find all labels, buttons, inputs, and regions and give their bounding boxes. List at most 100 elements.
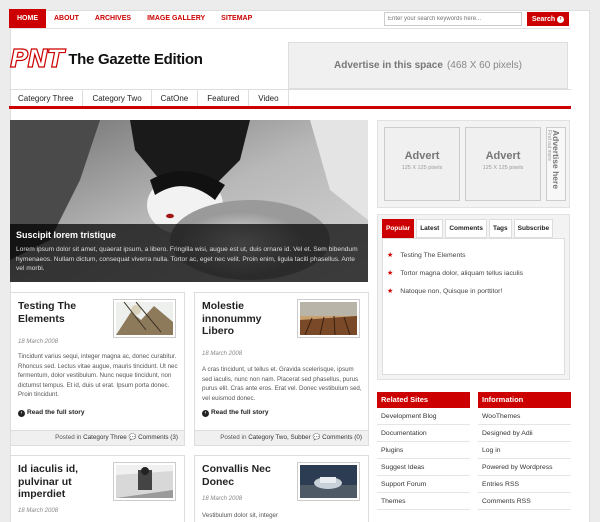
comments-link[interactable]: Comments (3) <box>138 434 178 441</box>
post-category-link[interactable]: Category Three <box>83 434 127 441</box>
arrow-right-icon: › <box>557 15 565 23</box>
list-item[interactable]: ★ Tortor magna dolor, aliquam tellus iacu… <box>387 269 523 277</box>
advertise-here-link[interactable]: Advertise here Find out more <box>546 127 566 201</box>
ad-slot[interactable]: Advert 125 X 125 pixels <box>465 127 541 201</box>
related-link[interactable]: Plugins <box>377 442 470 459</box>
tab-comments[interactable]: Comments <box>445 219 487 238</box>
search-button-label: Search <box>531 15 556 23</box>
post-meta: Posted in Category Three 💬 Comments (3) <box>11 430 184 445</box>
information-widget: Information WooThemes Designed by Adii L… <box>478 392 571 510</box>
ad-title: Advert <box>485 150 521 162</box>
tab-tags[interactable]: Tags <box>488 219 512 238</box>
nav-image-gallery[interactable]: IMAGE GALLERY <box>139 9 213 28</box>
related-link[interactable]: Support Forum <box>377 476 470 493</box>
featured-story[interactable]: Suscipit lorem tristique Lorem ipsum dol… <box>10 120 368 282</box>
post-thumbnail[interactable] <box>113 299 176 338</box>
comment-icon: 💬 <box>128 434 137 441</box>
tab-panel: ★ Testing The Elements ★ Tortor magna dolo… <box>382 238 565 375</box>
ad-banner-size: (468 X 60 pixels) <box>446 60 522 71</box>
related-sites-heading: Related Sites <box>377 392 470 408</box>
related-link[interactable]: Themes <box>377 493 470 510</box>
tab-bar: Popular Latest Comments Tags Subscribe <box>382 219 554 238</box>
tabs-widget: Popular Latest Comments Tags Subscribe ★… <box>377 214 570 380</box>
read-more-link[interactable]: › Read the full story <box>202 409 269 417</box>
post-card: Id iaculis id, pulvinar ut imperdiet 18 … <box>10 455 185 522</box>
info-link[interactable]: Entries RSS <box>478 476 571 493</box>
nav-sitemap[interactable]: SITEMAP <box>213 9 260 28</box>
post-thumbnail[interactable] <box>297 462 360 501</box>
info-link[interactable]: Powered by Wordpress <box>478 459 571 476</box>
tab-subscribe[interactable]: Subscribe <box>513 219 554 238</box>
ad-title: Advert <box>404 150 440 162</box>
post-title[interactable]: Id iaculis id, pulvinar ut imperdiet <box>18 463 108 501</box>
post-title[interactable]: Convallis Nec Donec <box>202 463 292 488</box>
list-item[interactable]: ★ Natoque non, Quisque in porttitor! <box>387 287 502 295</box>
featured-title[interactable]: Suscipit lorem tristique <box>16 230 362 240</box>
ad-banner[interactable]: Advertise in this space (468 X 60 pixels) <box>288 42 568 89</box>
post-card: Molestie innonummy Libero 18 March 2008 … <box>194 292 369 446</box>
post-date: 18 March 2008 <box>202 496 243 502</box>
post-thumbnail[interactable] <box>297 299 360 338</box>
star-icon: ★ <box>387 252 394 259</box>
posted-in-label: Posted in <box>220 434 247 441</box>
info-link[interactable]: Designed by Adii <box>478 425 571 442</box>
divider <box>9 28 571 29</box>
nav-archives[interactable]: ARCHIVES <box>87 9 139 28</box>
cat-category-two[interactable]: Category Two <box>83 90 152 106</box>
posted-in-label: Posted in <box>55 434 82 441</box>
star-icon: ★ <box>387 270 394 277</box>
post-excerpt: Vestibulum dolor sit, integer <box>202 512 279 519</box>
read-more-link[interactable]: › Read the full story <box>18 409 85 417</box>
ad-slot[interactable]: Advert 125 X 125 pixels <box>384 127 460 201</box>
arrow-right-icon: › <box>18 410 25 417</box>
cat-video[interactable]: Video <box>249 90 289 106</box>
search-button[interactable]: Search › <box>527 12 569 26</box>
popular-link: Testing The Elements <box>400 252 466 259</box>
star-icon: ★ <box>387 288 394 295</box>
information-heading: Information <box>478 392 571 408</box>
page: HOME ABOUT ARCHIVES IMAGE GALLERY SITEMA… <box>0 0 600 522</box>
advertise-here-label: Advertise here <box>551 130 561 190</box>
ad-blocks: Advert 125 X 125 pixels Advert 125 X 125 p… <box>377 120 570 208</box>
post-excerpt: A cras tincidunt, ut tellus et. Gravida … <box>202 366 362 402</box>
featured-excerpt: Lorem ipsum dolor sit amet, quaerat ipsu… <box>16 246 358 272</box>
info-link[interactable]: Comments RSS <box>478 493 571 510</box>
popular-link: Tortor magna dolor, aliquam tellus iacul… <box>400 270 524 277</box>
post-excerpt: Tincidunt varius sequi, integer magna ac… <box>18 353 178 398</box>
category-nav: Category Three Category Two CatOne Featu… <box>9 89 571 109</box>
cat-featured[interactable]: Featured <box>198 90 250 106</box>
comments-link[interactable]: Comments (0) <box>322 434 362 441</box>
info-link[interactable]: Log in <box>478 442 571 459</box>
ad-banner-label: Advertise in this space <box>334 60 443 71</box>
nav-about[interactable]: ABOUT <box>46 9 87 28</box>
post-date: 18 March 2008 <box>202 351 243 357</box>
ad-size: 125 X 125 pixels <box>482 165 524 171</box>
find-out-more-label: Find out more <box>546 130 552 161</box>
post-meta: Posted in Category Two, Subber 💬 Comment… <box>195 430 368 445</box>
nav-home[interactable]: HOME <box>9 9 46 28</box>
tab-latest[interactable]: Latest <box>416 219 444 238</box>
popular-link: Natoque non, Quisque in porttitor! <box>400 288 503 295</box>
comment-icon: 💬 <box>312 434 321 441</box>
search-input[interactable] <box>384 12 522 26</box>
ad-size: 125 X 125 pixels <box>401 165 443 171</box>
site-logo[interactable]: PNT The Gazette Edition <box>9 43 203 74</box>
post-card: Convallis Nec Donec 18 March 2008 Vestib… <box>194 455 369 522</box>
tab-popular[interactable]: Popular <box>382 219 415 238</box>
info-link[interactable]: WooThemes <box>478 408 571 425</box>
cat-category-three[interactable]: Category Three <box>9 90 84 106</box>
post-category-link[interactable]: Category Two, Subber <box>248 434 311 441</box>
arrow-right-icon: › <box>202 410 209 417</box>
post-date: 18 March 2008 <box>18 508 59 514</box>
logo-mark: PNT <box>9 43 65 73</box>
post-title[interactable]: Molestie innonummy Libero <box>202 300 292 338</box>
related-link[interactable]: Suggest Ideas <box>377 459 470 476</box>
post-thumbnail[interactable] <box>113 462 176 501</box>
list-item[interactable]: ★ Testing The Elements <box>387 251 466 259</box>
related-link[interactable]: Documentation <box>377 425 470 442</box>
cat-catone[interactable]: CatOne <box>152 90 199 106</box>
related-sites-widget: Related Sites Development Blog Documenta… <box>377 392 470 510</box>
post-title[interactable]: Testing The Elements <box>18 300 108 325</box>
related-link[interactable]: Development Blog <box>377 408 470 425</box>
post-card: Testing The Elements 18 March 2008 Tinci… <box>10 292 185 446</box>
